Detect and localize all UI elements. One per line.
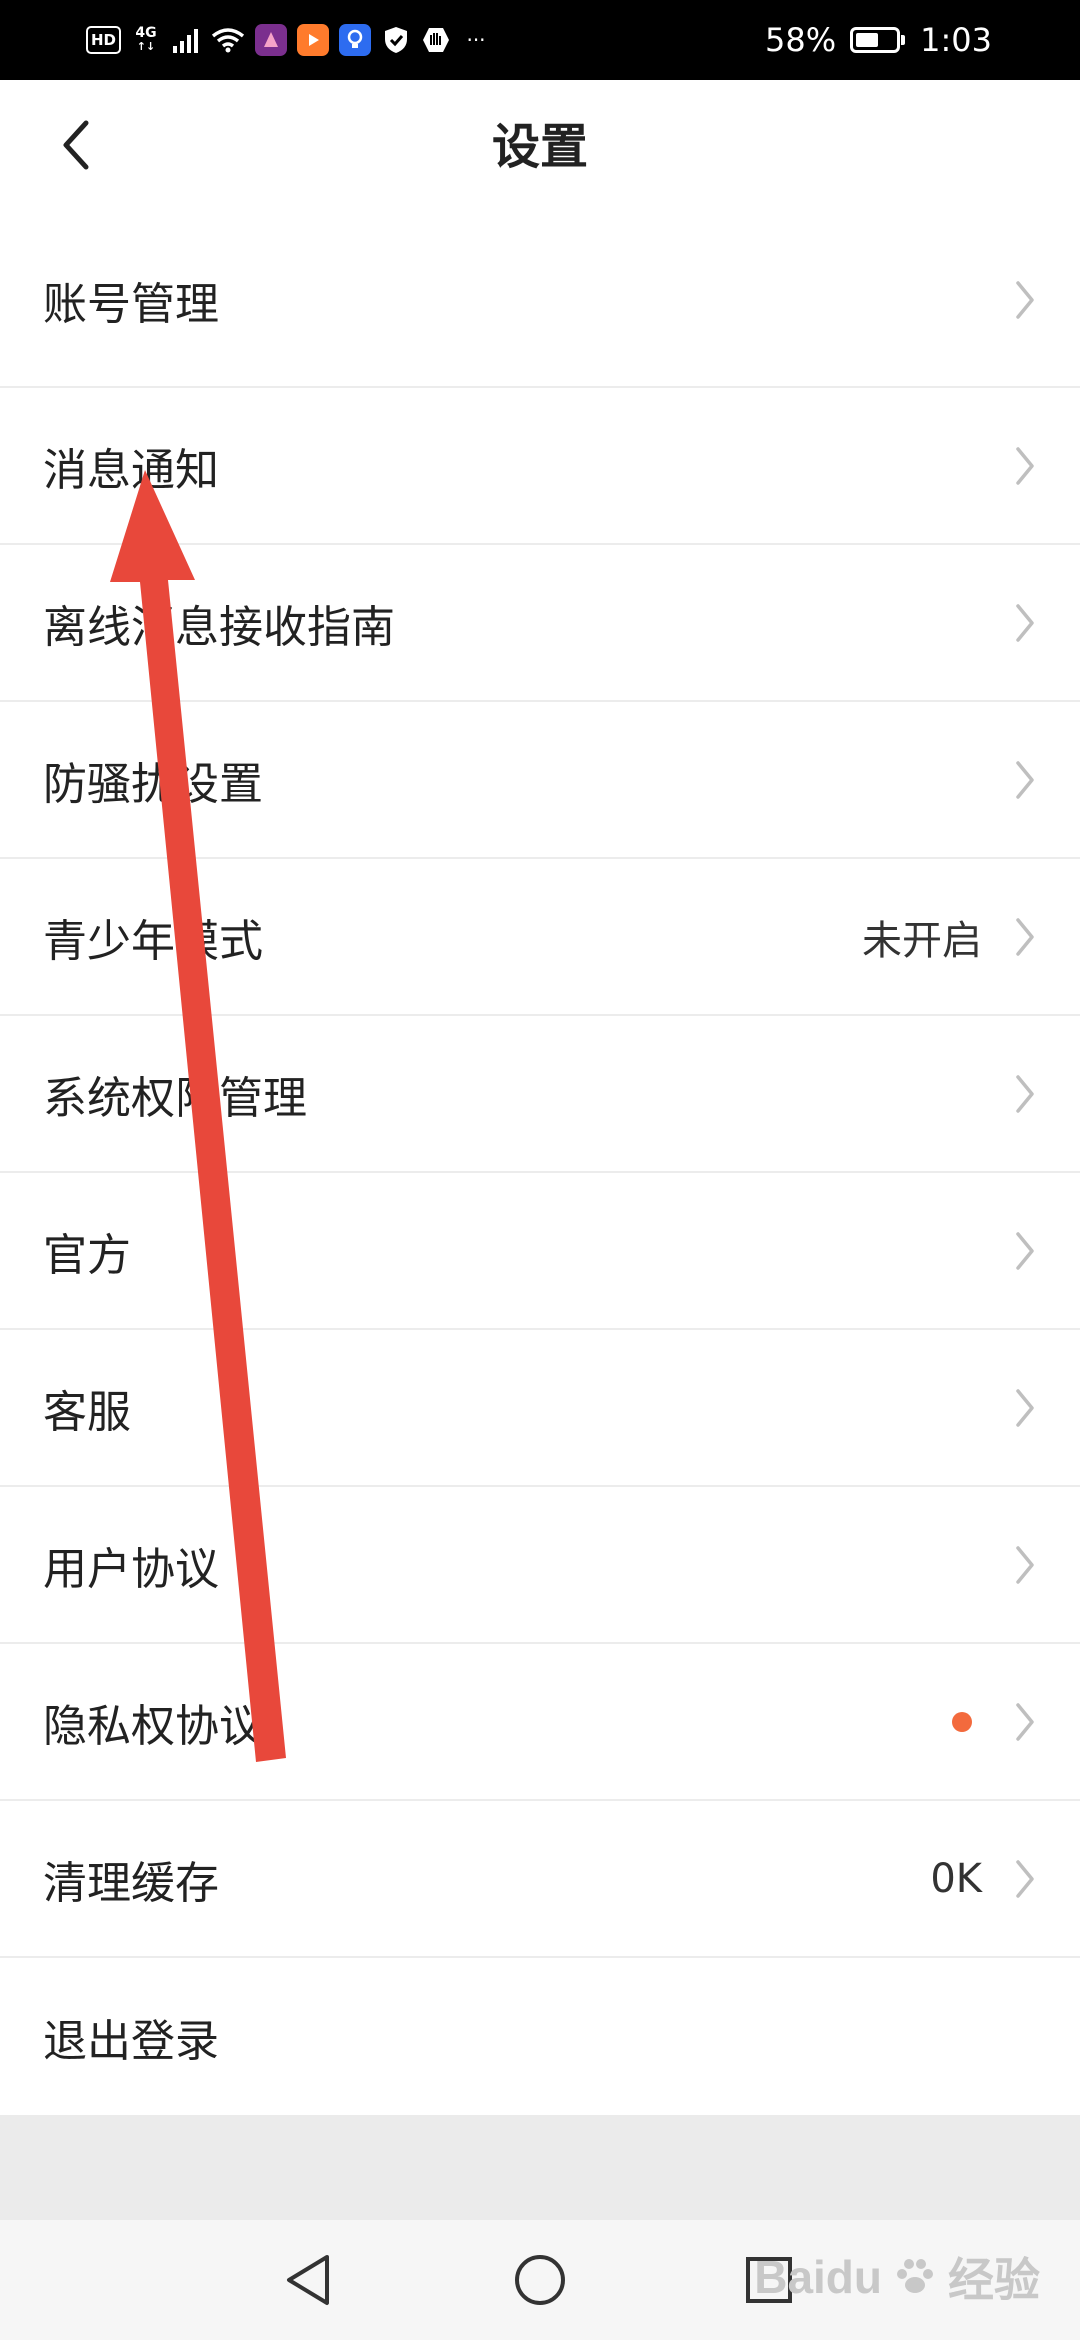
battery-icon	[850, 27, 906, 53]
settings-item[interactable]: 青少年模式 未开启	[0, 859, 1080, 1016]
more-icon: ···	[466, 28, 486, 52]
chevron-right-icon	[1016, 281, 1034, 319]
watermark-brand: Baidu	[754, 2251, 882, 2303]
settings-list: 账号管理消息通知离线消息接收指南 防骚扰设置青少年模式 未开启系统权限管理 官方客服用…	[0, 214, 1080, 2115]
chevron-right-icon	[1016, 1545, 1034, 1584]
settings-item[interactable]: 退出登录	[0, 1958, 1080, 2115]
network-activity-label: ↑↓	[136, 40, 156, 53]
settings-item[interactable]: 消息通知	[0, 388, 1080, 545]
chevron-right-icon	[1016, 1231, 1034, 1270]
hd-icon: HD	[86, 26, 122, 54]
settings-item[interactable]: 防骚扰设置	[0, 702, 1080, 859]
settings-item-value: 未开启	[862, 917, 982, 964]
chevron-right-icon	[1016, 603, 1034, 642]
settings-item-label: 账号管理	[43, 279, 219, 330]
settings-item-label: 消息通知	[43, 444, 219, 496]
status-bar: HD 4G ↑↓ ··· 58% 1:03	[0, 0, 1080, 80]
unread-dot	[952, 1711, 972, 1732]
settings-item-label: 防骚扰设置	[43, 758, 263, 810]
page-title: 设置	[491, 119, 588, 175]
wifi-icon	[211, 23, 245, 57]
chevron-left-icon	[63, 120, 89, 170]
chevron-right-icon	[1016, 1074, 1034, 1113]
watermark-text: 经验	[948, 2254, 1040, 2306]
chevron-right-icon	[1016, 1859, 1034, 1898]
network-type-label: 4G	[135, 25, 157, 41]
settings-item[interactable]: 隐私权协议	[0, 1644, 1080, 1801]
settings-item-label: 隐私权协议	[43, 1700, 263, 1752]
title-bar: 设置	[0, 80, 1080, 214]
settings-item-label: 清理缓存	[43, 1857, 219, 1909]
paw-icon	[897, 2259, 933, 2293]
settings-item[interactable]: 离线消息接收指南	[0, 545, 1080, 702]
status-left-icons: HD 4G ↑↓ ···	[86, 0, 491, 80]
network-type-icon: 4G ↑↓	[131, 23, 161, 57]
nav-back-button[interactable]	[273, 2245, 343, 2315]
bottom-spacer	[0, 2128, 1080, 2220]
nav-home-button[interactable]	[505, 2245, 575, 2315]
settings-item[interactable]: 官方	[0, 1173, 1080, 1330]
battery-level	[856, 33, 879, 47]
settings-item-label: 离线消息接收指南	[43, 601, 395, 653]
settings-item-value: 0K	[930, 1855, 982, 1902]
chevron-right-icon	[1016, 760, 1034, 799]
settings-item[interactable]: 清理缓存 0K	[0, 1801, 1080, 1958]
signal-icon	[171, 23, 201, 57]
settings-item-label: 青少年模式	[43, 915, 263, 967]
settings-item[interactable]: 客服	[0, 1330, 1080, 1487]
back-button[interactable]	[40, 105, 110, 185]
settings-item-label: 客服	[43, 1386, 131, 1438]
settings-item-label: 系统权限管理	[43, 1072, 307, 1124]
navigation-bar: Baidu 经验	[0, 2220, 1080, 2340]
lightbulb-app-icon	[339, 24, 372, 56]
hand-icon	[421, 23, 451, 57]
settings-item[interactable]: 用户协议	[0, 1487, 1080, 1644]
screen: HD 4G ↑↓ ··· 58% 1:03 设置 账号管理 消息通知 离线消息接…	[0, 0, 1080, 2340]
video-app-icon	[297, 24, 330, 56]
battery-percent: 58%	[765, 21, 837, 59]
chevron-right-icon	[1016, 446, 1034, 485]
settings-item-label: 官方	[43, 1229, 131, 1281]
chevron-right-icon	[1016, 917, 1034, 956]
clock: 1:03	[920, 21, 992, 59]
settings-item[interactable]: 系统权限管理	[0, 1016, 1080, 1173]
chevron-right-icon	[1016, 1388, 1034, 1427]
settings-item-label: 用户协议	[43, 1543, 219, 1595]
status-right: 58% 1:03	[765, 0, 992, 80]
baidu-jingyan-watermark: Baidu 经验	[754, 2232, 1040, 2322]
app-icon	[255, 24, 288, 56]
back-triangle-icon	[287, 2255, 329, 2305]
shield-icon	[381, 23, 411, 57]
home-circle-icon	[515, 2255, 565, 2305]
settings-item-label: 退出登录	[43, 2015, 219, 2067]
chevron-right-icon	[1016, 1702, 1034, 1741]
settings-item[interactable]: 账号管理	[0, 214, 1080, 388]
